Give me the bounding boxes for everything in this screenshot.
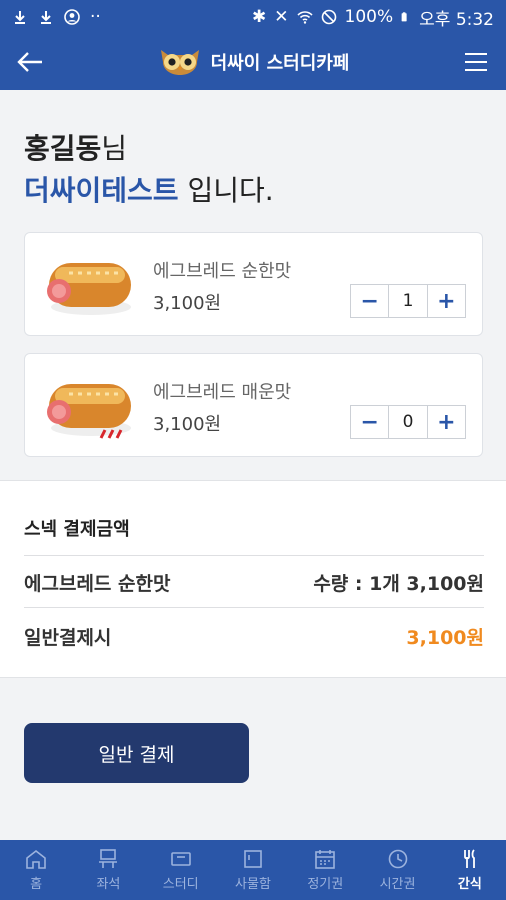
divider [24, 607, 484, 608]
tab-home[interactable]: 홈 [0, 840, 72, 900]
user-name: 홍길동 [24, 132, 102, 165]
clock-icon [388, 849, 407, 868]
seat-icon [99, 848, 118, 868]
tab-snack[interactable]: 간식 [434, 840, 506, 900]
product-price: 3,100원 [153, 293, 222, 314]
divider [24, 555, 484, 556]
download-icon [15, 11, 25, 24]
tab-label: 정기권 [307, 876, 344, 892]
tab-seat[interactable]: 좌석 [72, 840, 144, 900]
do-not-disturb-icon [321, 9, 336, 25]
product-card: 에그브레드 순한맛 3,100원 − 1 + [24, 232, 483, 336]
mute-icon: ✕ [274, 7, 289, 27]
total-value: 3,100원 [406, 627, 484, 649]
quantity-stepper: − 0 + [350, 405, 466, 439]
decrement-button[interactable]: − [351, 285, 388, 317]
wifi-icon [296, 11, 313, 24]
owl-logo-icon [160, 50, 199, 75]
calendar-icon [315, 849, 336, 869]
decrement-button[interactable]: − [351, 406, 388, 438]
tab-time-pass[interactable]: 시간권 [361, 840, 433, 900]
back-button[interactable] [0, 34, 60, 90]
tab-locker[interactable]: 사물함 [217, 840, 289, 900]
status-bar: ·· ✱ ✕ 100% 오후 5:32 [0, 0, 506, 34]
account-circle-icon [64, 9, 80, 25]
honorific: 님 [101, 132, 128, 165]
tab-label: 간식 [457, 876, 482, 892]
hamburger-icon [465, 53, 487, 71]
bluetooth-icon: ✱ [252, 7, 267, 27]
menu-button[interactable] [446, 34, 506, 90]
summary-item-name: 에그브레드 순한맛 [24, 573, 171, 595]
more-icon: ·· [90, 7, 101, 27]
clock-text: 오후 5:32 [419, 9, 494, 30]
summary-total-row: 일반결제시 3,100원 [24, 623, 484, 650]
greeting-suffix: 입니다. [178, 174, 274, 207]
total-label: 일반결제시 [24, 627, 112, 649]
study-icon [170, 851, 191, 866]
tab-label: 홈 [30, 876, 43, 892]
quantity-stepper: − 1 + [350, 284, 466, 318]
tab-season-pass[interactable]: 정기권 [289, 840, 361, 900]
increment-button[interactable]: + [428, 285, 465, 317]
brand-title: 더싸이 스터디카페 [210, 53, 350, 74]
increment-button[interactable]: + [428, 406, 465, 438]
product-name: 에그브레드 매운맛 [153, 382, 292, 403]
summary-item-row: 에그브레드 순한맛 수량 : 1개 3,100원 [24, 569, 484, 596]
battery-icon [401, 12, 407, 22]
product-price: 3,100원 [153, 414, 222, 435]
arrow-left-icon [17, 52, 42, 72]
product-name: 에그브레드 순한맛 [153, 261, 292, 282]
tab-label: 시간권 [379, 876, 416, 892]
product-card: 에그브레드 매운맛 3,100원 − 0 + [24, 353, 483, 457]
payment-summary: 스넥 결제금액 에그브레드 순한맛 수량 : 1개 3,100원 일반결제시 3… [0, 480, 506, 678]
tab-study[interactable]: 스터디 [145, 840, 217, 900]
brand: 더싸이 스터디카페 [60, 47, 446, 77]
app-bar: 더싸이 스터디카페 [0, 34, 506, 90]
egg-bread-spicy-image [47, 384, 131, 439]
bottom-tab-bar: 홈 좌석 스터디 사물함 정기권 시간권 간식 [0, 840, 506, 900]
general-payment-button[interactable]: 일반 결제 [24, 723, 249, 783]
locker-icon [244, 849, 262, 868]
download-icon [41, 11, 51, 24]
snack-icon [463, 848, 475, 868]
egg-bread-image [47, 263, 131, 315]
quantity-value: 1 [388, 285, 428, 317]
tab-label: 스터디 [162, 876, 199, 892]
tab-label: 사물함 [235, 876, 271, 892]
cafe-name: 더싸이테스트 [24, 174, 179, 207]
summary-item-detail: 수량 : 1개 3,100원 [313, 573, 484, 595]
tab-label: 좌석 [96, 876, 121, 892]
quantity-value: 0 [388, 406, 428, 438]
greeting: 홍길동님 더싸이테스트 입니다. [24, 128, 274, 212]
battery-text: 100% [344, 7, 394, 27]
home-icon [26, 849, 46, 869]
summary-title: 스넥 결제금액 [24, 519, 130, 540]
